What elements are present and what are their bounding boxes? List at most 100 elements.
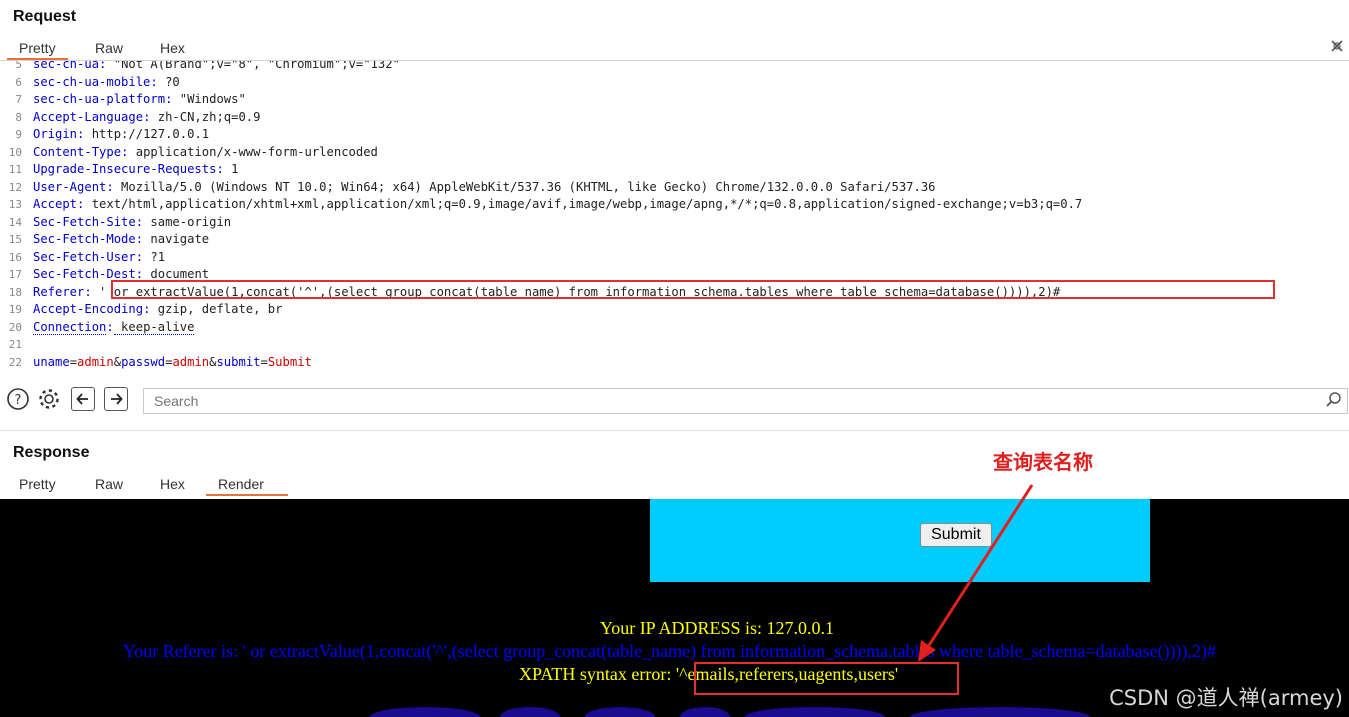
tab-response-raw[interactable]: Raw	[83, 474, 135, 494]
header-separator: :	[106, 179, 114, 194]
line-code: sec-ch-ua-platform: "Windows"	[33, 91, 246, 109]
referer-echo-text: Your Referer is: ' or extractValue(1,con…	[123, 641, 1217, 661]
header-key: sec-ch-ua-platform	[33, 92, 166, 106]
header-value: application/x-www-form-urlencoded	[128, 144, 378, 159]
line-code: Origin: http://127.0.0.1	[33, 126, 209, 144]
header-value: document	[143, 267, 210, 281]
header-value: "Not A(Brand";v="8", "Chromium";v="132"	[106, 61, 400, 71]
line-code: Accept-Encoding: gzip, deflate, br	[33, 301, 282, 319]
search-icon[interactable]	[1325, 391, 1343, 409]
line-code: sec-ch-ua-mobile: ?0	[33, 74, 180, 92]
annotation-label: 查询表名称	[993, 450, 1093, 474]
submit-button[interactable]: Submit	[920, 523, 992, 547]
line-code: sec-ch-ua: "Not A(Brand";v="8", "Chromiu…	[33, 61, 400, 74]
header-value: ?0	[157, 74, 180, 89]
request-editor[interactable]: 5 sec-ch-ua: "Not A(Brand";v="8", "Chromi…	[0, 61, 1349, 372]
tab-request-hex[interactable]: Hex	[148, 38, 197, 58]
header-value: text/html,application/xhtml+xml,applicat…	[84, 197, 1083, 211]
header-separator: :	[135, 232, 144, 246]
help-icon[interactable]: ?	[6, 387, 30, 411]
tab-response-hex[interactable]: Hex	[148, 474, 197, 494]
decorative-shape	[370, 707, 480, 717]
line-number: 16	[8, 250, 22, 264]
response-tabs: Pretty Raw Hex Render	[0, 474, 1349, 496]
line-code: Accept: text/html,application/xhtml+xml,…	[33, 196, 1082, 214]
line-number: 17	[8, 268, 22, 281]
line-code: Sec-Fetch-User: ?1	[33, 249, 165, 267]
header-value: 1	[223, 162, 239, 176]
result-highlight-box	[694, 662, 959, 695]
response-title: Response	[13, 444, 90, 461]
header-value: gzip, deflate, br	[150, 302, 283, 316]
header-separator: :	[84, 284, 92, 299]
decorative-shape	[745, 707, 885, 717]
header-key: sec-ch-ua-mobile	[33, 74, 151, 89]
param-value: admin	[172, 354, 210, 369]
line-number: 6	[15, 75, 22, 89]
header-separator: :	[150, 74, 158, 89]
search-field[interactable]	[143, 388, 1348, 414]
header-separator: :	[135, 249, 144, 264]
decorative-shape	[910, 707, 1090, 717]
header-key: Sec-Fetch-Dest	[33, 267, 136, 281]
arrow-right-icon[interactable]	[104, 387, 128, 411]
header-key: Sec-Fetch-Site	[33, 214, 136, 229]
decorative-shape	[585, 707, 655, 717]
line-number: 10	[8, 145, 22, 159]
watermark: CSDN @道人禅(armey)	[1109, 686, 1343, 710]
header-value: zh-CN,zh;q=0.9	[150, 109, 261, 124]
line-number: 15	[8, 233, 22, 246]
param-key: submit	[216, 354, 261, 369]
line-number: 19	[8, 303, 22, 316]
panel-divider	[0, 430, 1349, 431]
tab-response-render[interactable]: Render	[206, 474, 288, 496]
login-form-panel: Submit	[650, 499, 1150, 582]
header-key: Accept-Encoding	[33, 302, 144, 316]
line-number: 14	[8, 215, 22, 229]
header-value: keep-alive	[113, 319, 195, 335]
svg-text:?: ?	[15, 393, 22, 408]
request-title: Request	[13, 8, 77, 25]
line-number: 8	[15, 110, 22, 124]
line-number: 12	[8, 180, 22, 194]
tab-response-pretty[interactable]: Pretty	[7, 474, 68, 494]
gear-icon[interactable]	[37, 387, 61, 411]
tab-request-raw[interactable]: Raw	[83, 38, 135, 58]
header-value: Mozilla/5.0 (Windows NT 10.0; Win64; x64…	[113, 179, 936, 194]
header-key: Accept	[33, 197, 78, 211]
search-input[interactable]	[152, 389, 1316, 413]
line-code: Upgrade-Insecure-Requests: 1	[33, 161, 238, 179]
wrap-toggle-icon[interactable]	[1329, 38, 1345, 54]
header-value: same-origin	[143, 214, 232, 229]
header-key: Sec-Fetch-Mode	[33, 232, 136, 246]
header-key: Sec-Fetch-User	[33, 249, 136, 264]
header-value: http://127.0.0.1	[84, 127, 210, 141]
tab-request-pretty[interactable]: Pretty	[7, 38, 68, 60]
header-key: Origin	[33, 127, 78, 141]
line-number: 7	[15, 93, 22, 106]
line-number: 20	[8, 320, 22, 334]
body-code: uname=admin&passwd=admin&submit=Submit	[33, 354, 312, 372]
header-value: navigate	[143, 232, 210, 246]
line-code: Sec-Fetch-Mode: navigate	[33, 231, 209, 249]
header-separator: :	[106, 319, 114, 334]
request-tabs: Pretty Raw Hex	[0, 38, 1349, 60]
arrow-left-icon[interactable]	[71, 387, 95, 411]
header-value: "Windows"	[172, 92, 246, 106]
line-number: 18	[8, 285, 22, 299]
param-equals: =	[69, 354, 78, 369]
line-code: Connection: keep-alive	[33, 319, 195, 337]
header-value: ?1	[143, 249, 166, 264]
line-code: Sec-Fetch-Site: same-origin	[33, 214, 231, 232]
line-number: 21	[8, 338, 22, 351]
header-separator: :	[135, 214, 144, 229]
header-key: Content-Type	[33, 144, 122, 159]
line-code: User-Agent: Mozilla/5.0 (Windows NT 10.0…	[33, 179, 936, 197]
param-equals: =	[260, 354, 268, 369]
header-key: sec-ch-ua	[33, 61, 100, 71]
header-separator: :	[135, 267, 144, 281]
param-key: uname	[33, 354, 70, 369]
line-code: Accept-Language: zh-CN,zh;q=0.9	[33, 109, 260, 127]
line-number: 11	[8, 163, 22, 176]
line-number: 5	[15, 61, 22, 71]
